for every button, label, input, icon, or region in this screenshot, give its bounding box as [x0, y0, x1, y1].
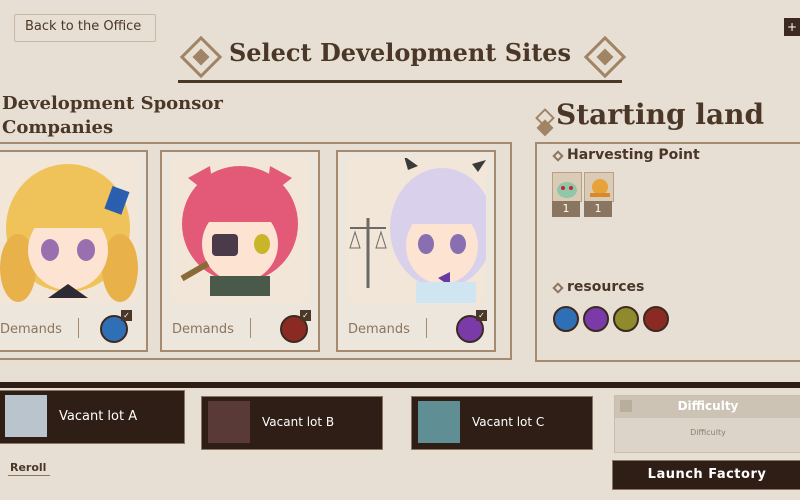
ember-icon	[643, 306, 669, 332]
harvest-count: 1	[552, 201, 580, 217]
vacant-lot-c[interactable]: Vacant lot C	[411, 396, 593, 450]
lot-c-label: Vacant lot C	[472, 415, 545, 429]
bottom-divider	[0, 382, 800, 388]
demands-separator	[250, 318, 251, 338]
demands-label: Demands	[348, 322, 410, 337]
gem-icon	[583, 306, 609, 332]
lot-b-label: Vacant lot B	[262, 415, 335, 429]
sponsor-heading: Development Sponsor Companies	[2, 92, 223, 140]
harvest-count: 1	[584, 201, 612, 217]
wheat-icon	[613, 306, 639, 332]
difficulty-header: Difficulty	[615, 396, 800, 418]
difficulty-heading: Difficulty	[677, 399, 739, 413]
sponsor-portrait-blonde	[0, 158, 138, 303]
reroll-underline	[8, 475, 50, 476]
sponsor-card-3[interactable]: Demands ✓	[336, 150, 496, 352]
launch-factory-button[interactable]: Launch Factory	[612, 460, 800, 490]
sponsor-heading-line2: Companies	[2, 117, 114, 138]
sponsor-heading-line1: Development Sponsor	[2, 93, 223, 114]
sponsor-portrait-silverhair	[346, 158, 486, 303]
difficulty-sub: Difficulty	[690, 428, 726, 437]
lot-c-thumbnail	[418, 401, 460, 443]
land-title-diamond-icon	[535, 108, 555, 128]
sponsor-card-1[interactable]: Demands ✓	[0, 150, 148, 352]
lot-b-thumbnail	[208, 401, 250, 443]
vacant-lot-a[interactable]: Vacant lot A	[0, 390, 185, 444]
potion-icon	[553, 306, 579, 332]
demands-label: Demands	[0, 322, 62, 337]
resources-heading: resources	[567, 279, 645, 295]
reroll-button[interactable]: Reroll	[10, 461, 46, 474]
lot-a-label: Vacant lot A	[59, 409, 138, 424]
demands-separator	[78, 318, 79, 338]
slime-icon	[552, 172, 582, 202]
sponsor-portrait-pinkhair	[170, 158, 310, 303]
harvesting-heading: Harvesting Point	[567, 147, 700, 163]
page-title: Select Development Sites	[228, 38, 572, 67]
back-to-office-label: Back to the Office	[25, 19, 142, 34]
title-underline	[178, 80, 622, 83]
snail-icon	[584, 172, 614, 202]
demands-separator	[426, 318, 427, 338]
sponsor-card-2[interactable]: Demands ✓	[160, 150, 320, 352]
difficulty-panel[interactable]: Difficulty Difficulty	[614, 395, 800, 453]
demands-label: Demands	[172, 322, 234, 337]
launch-factory-label: Launch Factory	[647, 467, 767, 482]
starting-land-title: Starting land	[556, 98, 765, 131]
check-icon: ✓	[300, 310, 311, 321]
plus-button[interactable]: +	[784, 18, 800, 36]
check-icon: ✓	[476, 310, 487, 321]
vacant-lot-b[interactable]: Vacant lot B	[201, 396, 383, 450]
lot-a-thumbnail	[5, 395, 47, 437]
check-icon: ✓	[121, 310, 132, 321]
